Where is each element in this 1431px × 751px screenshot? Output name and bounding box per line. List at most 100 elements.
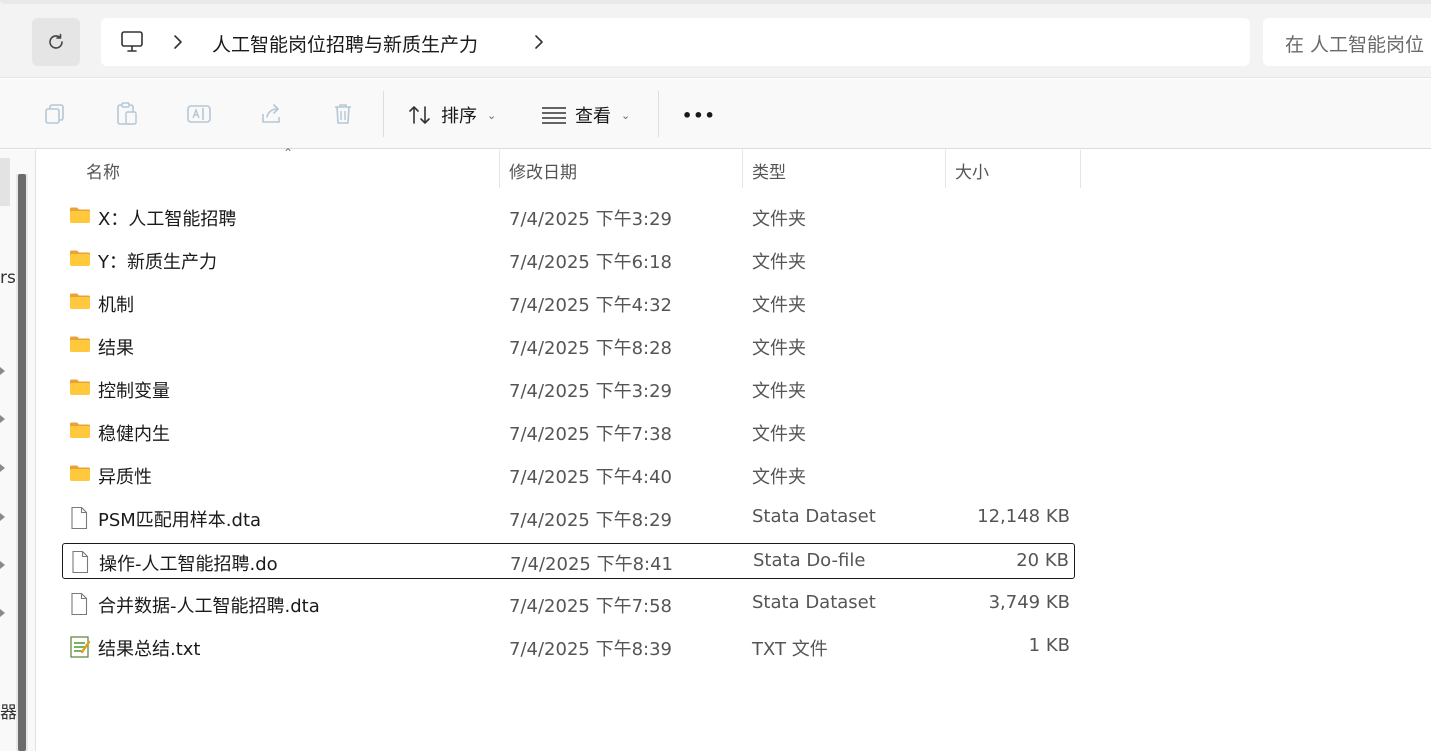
- command-bar: 排序 ⌄ 查看 ⌄ •••: [0, 79, 1431, 149]
- file-icon[interactable]: [69, 592, 91, 616]
- column-header-row: ⌃ 名称 修改日期 类型 大小: [37, 146, 1081, 188]
- file-name: X：人工智能招聘: [98, 209, 237, 230]
- file-modified-date: 7/4/2025 下午3:29: [509, 209, 672, 230]
- file-list: ⌃ 名称 修改日期 类型 大小 X：人工智能招聘 7/4/2025 下午3:29 文…: [37, 146, 1431, 751]
- delete-button[interactable]: [330, 101, 356, 127]
- file-name: 操作-人工智能招聘.do: [99, 554, 278, 575]
- breadcrumb-folder[interactable]: 人工智能岗位招聘与新质生产力: [212, 30, 478, 57]
- folder-icon[interactable]: [69, 377, 91, 399]
- nav-expand-arrow-icon[interactable]: [0, 415, 5, 423]
- nav-selected-item[interactable]: [0, 158, 10, 206]
- file-type: 文件夹: [752, 381, 806, 402]
- folder-row[interactable]: 稳健内生 7/4/2025 下午7:38 文件夹: [62, 414, 1075, 450]
- address-bar[interactable]: 人工智能岗位招聘与新质生产力: [101, 18, 1250, 66]
- file-modified-date: 7/4/2025 下午4:32: [509, 295, 672, 316]
- file-row[interactable]: 操作-人工智能招聘.do 7/4/2025 下午8:41 Stata Do-file…: [62, 543, 1075, 579]
- file-name: 异质性: [98, 467, 152, 488]
- view-button[interactable]: 查看 ⌄: [541, 99, 630, 131]
- chevron-right-icon[interactable]: [532, 34, 546, 50]
- folder-row[interactable]: Y：新质生产力 7/4/2025 下午6:18 文件夹: [62, 242, 1075, 278]
- nav-scrollbar[interactable]: [16, 174, 28, 751]
- file-modified-date: 7/4/2025 下午7:38: [509, 424, 672, 445]
- nav-expand-arrow-icon[interactable]: [0, 513, 5, 521]
- file-row[interactable]: 结果总结.txt 7/4/2025 下午8:39 TXT 文件 1 KB: [62, 629, 1075, 665]
- copy-icon: [45, 104, 64, 124]
- computer-icon[interactable]: [119, 30, 145, 54]
- more-icon: •••: [682, 105, 716, 125]
- rename-button[interactable]: [186, 101, 212, 127]
- folder-icon[interactable]: [69, 248, 91, 270]
- paste-button[interactable]: [114, 101, 140, 127]
- nav-expand-arrow-icon[interactable]: [0, 609, 5, 617]
- text-file-icon[interactable]: [69, 635, 91, 658]
- folder-icon[interactable]: [69, 463, 91, 485]
- file-icon[interactable]: [69, 506, 91, 530]
- file-type: 文件夹: [752, 338, 806, 359]
- folder-icon[interactable]: [69, 334, 91, 356]
- file-size: 3,749 KB: [988, 592, 1070, 613]
- file-modified-date: 7/4/2025 下午6:18: [509, 252, 672, 273]
- file-type: TXT 文件: [752, 639, 828, 660]
- file-name: 结果: [98, 338, 134, 359]
- toolbar-separator: [383, 91, 384, 137]
- file-modified-date: 7/4/2025 下午8:28: [509, 338, 672, 359]
- column-divider[interactable]: [499, 150, 500, 188]
- file-modified-date: 7/4/2025 下午4:40: [509, 467, 672, 488]
- column-type[interactable]: 类型: [752, 158, 786, 183]
- column-divider[interactable]: [945, 150, 946, 188]
- toolbar-separator: [658, 91, 659, 137]
- more-options-button[interactable]: •••: [682, 99, 716, 131]
- file-name: 机制: [98, 295, 134, 316]
- file-type: Stata Do-file: [753, 550, 866, 571]
- column-divider[interactable]: [742, 150, 743, 188]
- nav-expand-arrow-icon[interactable]: [0, 464, 5, 472]
- nav-item-fragment[interactable]: rs: [0, 268, 16, 288]
- file-size: 1 KB: [1028, 635, 1070, 656]
- file-type: 文件夹: [752, 467, 806, 488]
- nav-scrollbar-thumb[interactable]: [18, 174, 26, 751]
- file-size: 12,148 KB: [977, 506, 1070, 527]
- column-divider[interactable]: [1080, 150, 1081, 188]
- file-type: 文件夹: [752, 252, 806, 273]
- file-type: Stata Dataset: [752, 506, 876, 527]
- file-size: 20 KB: [1016, 550, 1069, 571]
- refresh-icon: [49, 33, 63, 49]
- file-type: 文件夹: [752, 295, 806, 316]
- rename-icon: [187, 105, 211, 123]
- file-row[interactable]: PSM匹配用样本.dta 7/4/2025 下午8:29 Stata Dataset…: [62, 500, 1075, 536]
- folder-row[interactable]: 控制变量 7/4/2025 下午3:29 文件夹: [62, 371, 1075, 407]
- view-list-icon: [542, 107, 566, 124]
- file-modified-date: 7/4/2025 下午7:58: [509, 596, 672, 617]
- file-name: 控制变量: [98, 381, 170, 402]
- column-size[interactable]: 大小: [955, 158, 989, 183]
- navigation-pane[interactable]: rs 器: [0, 150, 36, 751]
- search-placeholder[interactable]: 在 人工智能岗位: [1285, 30, 1424, 57]
- folder-icon[interactable]: [69, 420, 91, 442]
- refresh-button[interactable]: [32, 18, 80, 66]
- column-name[interactable]: 名称: [86, 158, 120, 183]
- nav-expand-arrow-icon[interactable]: [0, 367, 5, 375]
- nav-expand-arrow-icon[interactable]: [0, 561, 5, 569]
- folder-icon[interactable]: [69, 205, 91, 227]
- file-icon[interactable]: [70, 550, 92, 574]
- folder-row[interactable]: 机制 7/4/2025 下午4:32 文件夹: [62, 285, 1075, 321]
- column-modified[interactable]: 修改日期: [509, 158, 577, 183]
- file-row[interactable]: 合并数据-人工智能招聘.dta 7/4/2025 下午7:58 Stata Data…: [62, 586, 1075, 622]
- file-type: Stata Dataset: [752, 592, 876, 613]
- search-box[interactable]: 在 人工智能岗位: [1263, 18, 1431, 66]
- folder-icon[interactable]: [69, 291, 91, 313]
- file-modified-date: 7/4/2025 下午8:41: [510, 554, 673, 575]
- copy-button[interactable]: [42, 101, 68, 127]
- nav-item-fragment[interactable]: 器: [0, 698, 17, 723]
- folder-row[interactable]: 结果 7/4/2025 下午8:28 文件夹: [62, 328, 1075, 364]
- sort-label: 排序: [441, 106, 477, 127]
- sort-button[interactable]: 排序 ⌄: [407, 99, 496, 131]
- file-name: Y：新质生产力: [98, 252, 217, 273]
- share-button[interactable]: [258, 101, 284, 127]
- folder-row[interactable]: X：人工智能招聘 7/4/2025 下午3:29 文件夹: [62, 199, 1075, 235]
- folder-row[interactable]: 异质性 7/4/2025 下午4:40 文件夹: [62, 457, 1075, 493]
- sort-icon: [409, 106, 430, 124]
- share-icon: [262, 104, 280, 123]
- file-type: 文件夹: [752, 424, 806, 445]
- chevron-right-icon[interactable]: [171, 34, 185, 50]
